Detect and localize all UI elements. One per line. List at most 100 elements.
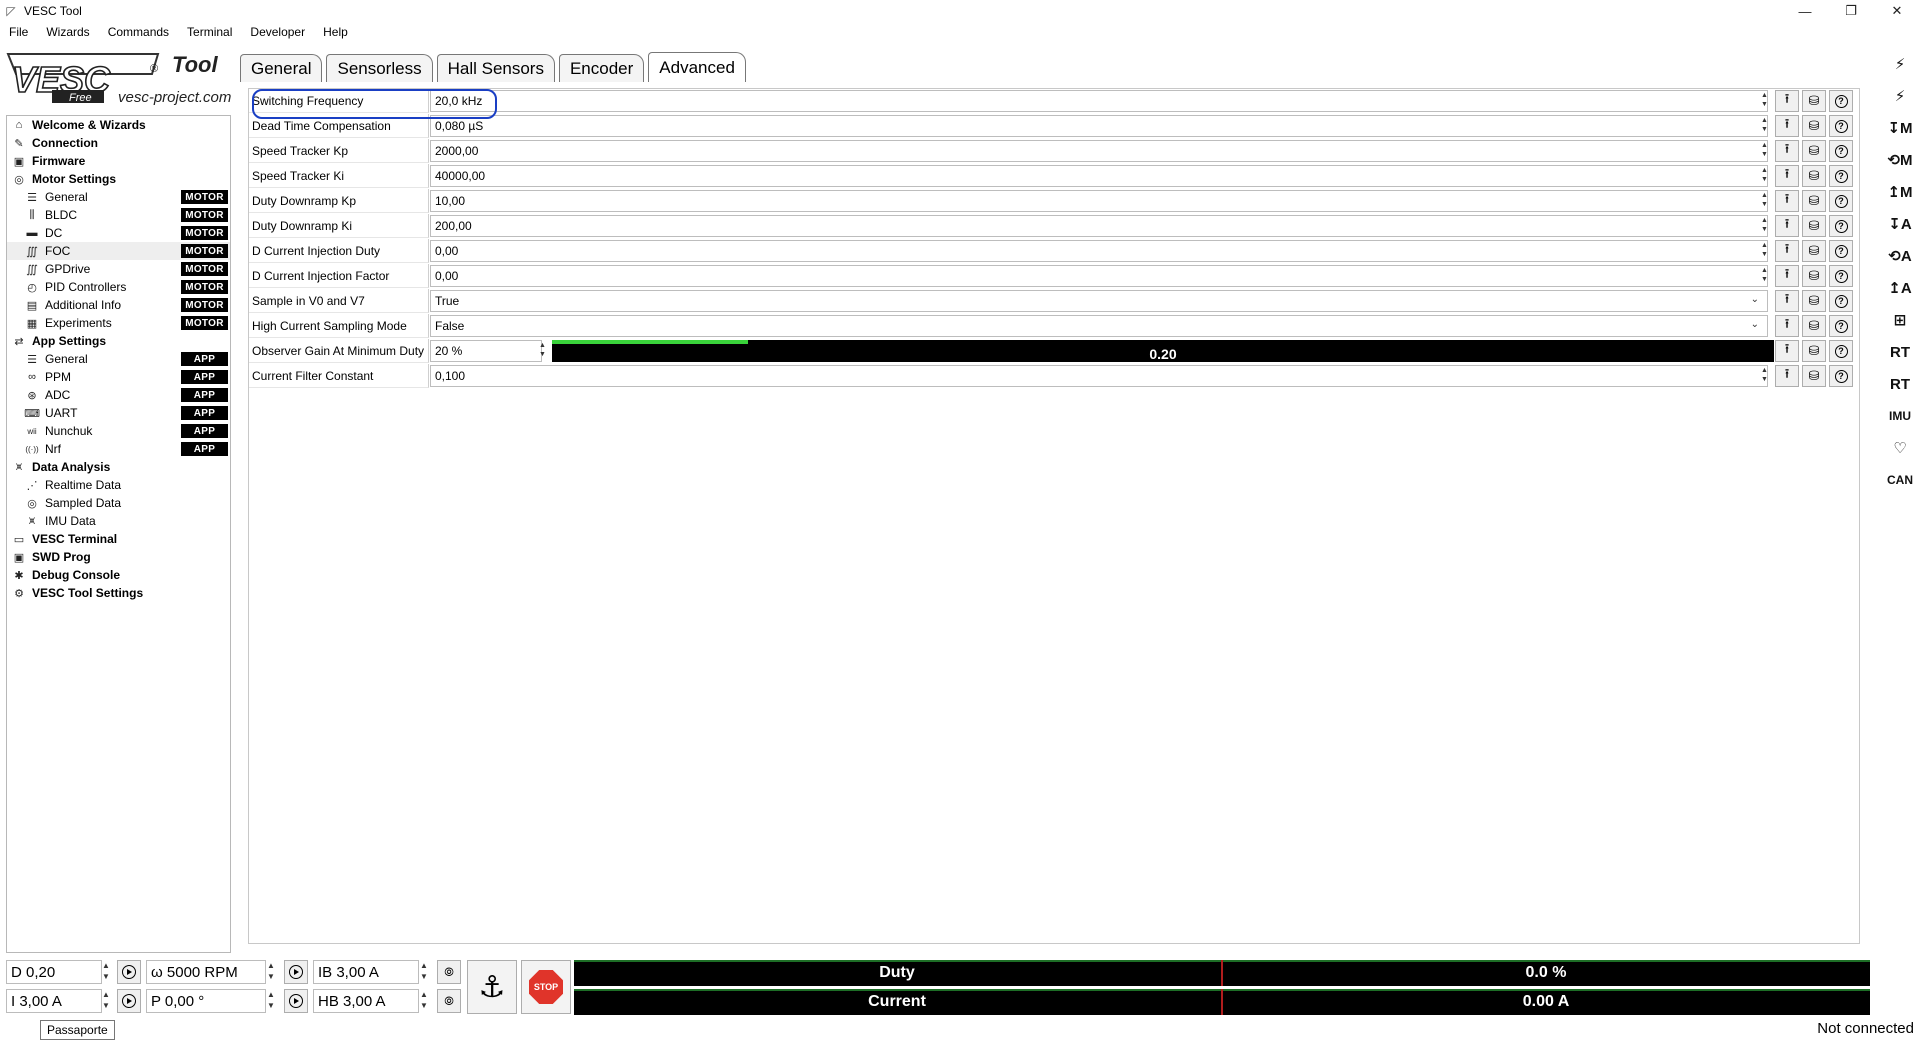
run-handbrake-button[interactable]: ⦾ — [437, 989, 461, 1013]
sidebar-item-app-settings[interactable]: ⇄ App Settings — [7, 332, 230, 350]
disconnect-icon[interactable]: ⚡ — [1880, 80, 1920, 112]
reset-to-default-button[interactable]: ⛁ — [1802, 365, 1826, 387]
handbrake-spinner[interactable]: ▲ ▼ — [418, 989, 430, 1013]
reset-to-default-button[interactable]: ⛁ — [1802, 190, 1826, 212]
minimize-icon[interactable]: — — [1782, 0, 1828, 22]
spinner-arrows[interactable]: ▲ ▼ — [1760, 141, 1769, 161]
read-default-button[interactable]: ⭱ — [1775, 140, 1799, 162]
position-spinner[interactable]: ▲ ▼ — [265, 989, 277, 1013]
sidebar-item-realtime-data[interactable]: ⋰ Realtime Data — [7, 476, 230, 494]
read-default-app-icon[interactable]: ⟲A — [1880, 240, 1920, 272]
help-button[interactable]: ? — [1829, 140, 1853, 162]
rpm-input[interactable]: ω 5000 RPM — [146, 960, 266, 984]
restore-icon[interactable]: ❐ — [1828, 0, 1874, 22]
param-value-input[interactable]: 200,00 — [430, 215, 1768, 237]
sidebar-item-experiments[interactable]: ▦ Experiments MOTOR — [7, 314, 230, 332]
sidebar-item-general[interactable]: ☰ General MOTOR — [7, 188, 230, 206]
write-app-config-icon[interactable]: ↥A — [1880, 272, 1920, 304]
sidebar-item-additional-info[interactable]: ▤ Additional Info MOTOR — [7, 296, 230, 314]
rt-app-icon[interactable]: RT — [1880, 368, 1920, 400]
read-default-button[interactable]: ⭱ — [1775, 115, 1799, 137]
reset-to-default-button[interactable]: ⛁ — [1802, 315, 1826, 337]
reset-to-default-button[interactable]: ⛁ — [1802, 240, 1826, 262]
stop-button[interactable]: STOP — [521, 960, 571, 1014]
param-value-input[interactable]: 40000,00 — [430, 165, 1768, 187]
chevron-down-icon[interactable]: ⌄ — [1751, 319, 1759, 330]
sidebar-item-general[interactable]: ☰ General APP — [7, 350, 230, 368]
param-value-input[interactable]: 0,100 — [430, 365, 1768, 387]
reset-to-default-button[interactable]: ⛁ — [1802, 340, 1826, 362]
read-default-button[interactable]: ⭱ — [1775, 190, 1799, 212]
chevron-down-icon[interactable]: ⌄ — [1751, 294, 1759, 305]
read-default-button[interactable]: ⭱ — [1775, 265, 1799, 287]
current-input[interactable]: I 3,00 A — [6, 989, 102, 1013]
sidebar-item-nrf[interactable]: ((·)) Nrf APP — [7, 440, 230, 458]
close-icon[interactable]: ✕ — [1874, 0, 1920, 22]
can-network-icon[interactable]: ⊞ — [1880, 304, 1920, 336]
sidebar-item-ppm[interactable]: ∞ PPM APP — [7, 368, 230, 386]
tab-encoder[interactable]: Encoder — [558, 54, 645, 82]
help-button[interactable]: ? — [1829, 340, 1853, 362]
help-button[interactable]: ? — [1829, 90, 1853, 112]
help-button[interactable]: ? — [1829, 365, 1853, 387]
spinner-arrows[interactable]: ▲ ▼ — [1760, 91, 1769, 111]
tab-hall-sensors[interactable]: Hall Sensors — [436, 54, 555, 82]
current-spinner[interactable]: ▲ ▼ — [100, 989, 112, 1013]
sidebar-item-welcome-wizards[interactable]: ⌂ Welcome & Wizards — [7, 116, 230, 134]
reset-to-default-button[interactable]: ⛁ — [1802, 140, 1826, 162]
position-input[interactable]: P 0,00 ° — [146, 989, 266, 1013]
sidebar-item-adc[interactable]: ⊛ ADC APP — [7, 386, 230, 404]
rt-data-icon[interactable]: RT — [1880, 336, 1920, 368]
read-motor-config-icon[interactable]: ↧M — [1880, 112, 1920, 144]
spinner-arrows[interactable]: ▲ ▼ — [1760, 116, 1769, 136]
help-button[interactable]: ? — [1829, 190, 1853, 212]
duty-spinner[interactable]: ▲ ▼ — [100, 960, 112, 984]
param-dropdown[interactable]: True ⌄ — [430, 290, 1768, 312]
param-value-input[interactable]: 2000,00 — [430, 140, 1768, 162]
sidebar-item-connection[interactable]: ✎ Connection — [7, 134, 230, 152]
read-default-button[interactable]: ⭱ — [1775, 365, 1799, 387]
help-button[interactable]: ? — [1829, 240, 1853, 262]
reset-to-default-button[interactable]: ⛁ — [1802, 215, 1826, 237]
run-position-button[interactable] — [284, 989, 308, 1013]
duty-input[interactable]: D 0,20 — [6, 960, 102, 984]
imu-icon[interactable]: IMU — [1880, 400, 1920, 432]
sidebar-item-debug-console[interactable]: ✱ Debug Console — [7, 566, 230, 584]
menu-help[interactable]: Help — [314, 25, 357, 39]
menu-file[interactable]: File — [0, 25, 37, 39]
connect-icon[interactable]: ⚡ — [1880, 48, 1920, 80]
write-motor-config-icon[interactable]: ↥M — [1880, 176, 1920, 208]
tab-general[interactable]: General — [240, 54, 323, 82]
sidebar-item-motor-settings[interactable]: ◎ Motor Settings — [7, 170, 230, 188]
reset-to-default-button[interactable]: ⛁ — [1802, 265, 1826, 287]
sidebar-item-bldc[interactable]: ⫼ BLDC MOTOR — [7, 206, 230, 224]
sidebar-item-gpdrive[interactable]: ∭ GPDrive MOTOR — [7, 260, 230, 278]
param-value-input[interactable]: 0,00 — [430, 265, 1768, 287]
run-brake-button[interactable]: ⦾ — [437, 960, 461, 984]
reset-to-default-button[interactable]: ⛁ — [1802, 90, 1826, 112]
sidebar-item-imu-data[interactable]: ⩙ IMU Data — [7, 512, 230, 530]
param-value-input[interactable]: 20,0 kHz — [430, 90, 1768, 112]
rpm-spinner[interactable]: ▲ ▼ — [265, 960, 277, 984]
read-default-button[interactable]: ⭱ — [1775, 290, 1799, 312]
sidebar-item-nunchuk[interactable]: wii Nunchuk APP — [7, 422, 230, 440]
read-default-button[interactable]: ⭱ — [1775, 315, 1799, 337]
menu-terminal[interactable]: Terminal — [178, 25, 241, 39]
param-dropdown[interactable]: False ⌄ — [430, 315, 1768, 337]
help-button[interactable]: ? — [1829, 315, 1853, 337]
sidebar-item-pid-controllers[interactable]: ◴ PID Controllers MOTOR — [7, 278, 230, 296]
param-value-input[interactable]: 0,080 µS — [430, 115, 1768, 137]
reset-to-default-button[interactable]: ⛁ — [1802, 290, 1826, 312]
run-duty-button[interactable] — [117, 960, 141, 984]
sidebar-item-foc[interactable]: ∭ FOC MOTOR — [7, 242, 230, 260]
run-rpm-button[interactable] — [284, 960, 308, 984]
sidebar-item-firmware[interactable]: ▣ Firmware — [7, 152, 230, 170]
spinner-arrows[interactable]: ▲ ▼ — [1760, 216, 1769, 236]
spinner-arrows[interactable]: ▲ ▼ — [1760, 241, 1769, 261]
heart-icon[interactable]: ♡ — [1880, 432, 1920, 464]
reset-to-default-button[interactable]: ⛁ — [1802, 165, 1826, 187]
read-default-button[interactable]: ⭱ — [1775, 90, 1799, 112]
spinner-arrows[interactable]: ▲ ▼ — [1760, 366, 1769, 386]
read-default-button[interactable]: ⭱ — [1775, 165, 1799, 187]
read-app-config-icon[interactable]: ↧A — [1880, 208, 1920, 240]
